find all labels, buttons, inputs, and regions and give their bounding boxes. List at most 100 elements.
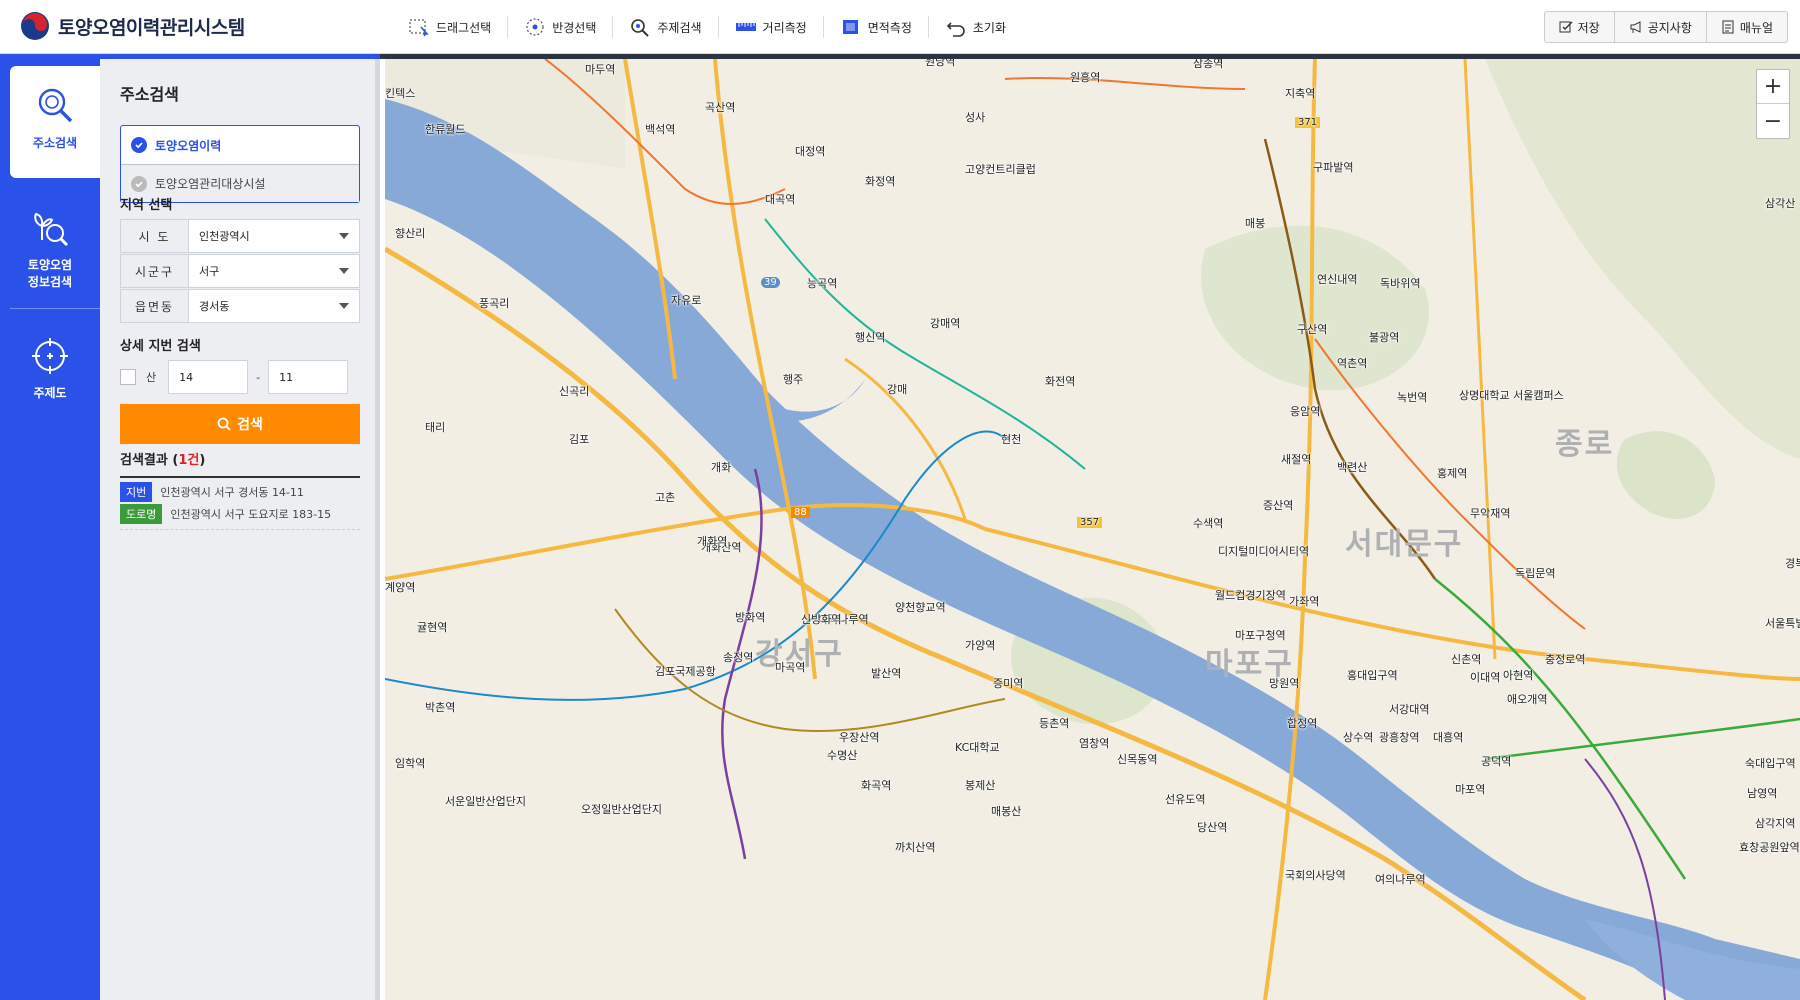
- station-label: 여의나루역: [1375, 873, 1426, 886]
- place-label: 고양컨트리클럽: [965, 163, 1036, 176]
- drag-select-button[interactable]: 드래그선택: [392, 16, 509, 38]
- place-label: 매봉: [1245, 217, 1266, 230]
- area-measure-label: 면적측정: [867, 20, 912, 35]
- place-label: 매봉산: [991, 805, 1022, 818]
- main-number-input[interactable]: 14: [168, 360, 249, 394]
- nav-soil-info-search[interactable]: 토양오염 정보검색: [0, 190, 100, 302]
- distance-measure-button[interactable]: 거리측정: [719, 16, 824, 38]
- station-label: 선유도역: [1165, 793, 1206, 806]
- region-select-label: 지역 선택: [120, 198, 173, 213]
- station-label: 독립문역: [1515, 567, 1556, 580]
- result-jibun-line: 지번 인천광역시 서구 경서동 14-11: [120, 481, 360, 503]
- station-label: 광흥창역: [1379, 731, 1420, 744]
- place-label: 행주: [783, 373, 804, 386]
- station-label: 화곡역: [861, 779, 892, 792]
- station-label: 방화역: [735, 611, 766, 624]
- station-label: 가좌역: [1289, 595, 1320, 608]
- station-label: 화정역: [865, 175, 896, 188]
- san-checkbox[interactable]: [120, 369, 136, 385]
- top-bar: 토양오염이력관리시스템 드래그선택 반경선택 주제검색 거리측정 면적측정 초기…: [0, 0, 1800, 54]
- save-button[interactable]: 저장: [1545, 12, 1615, 42]
- dong-label: 읍면동: [121, 290, 189, 322]
- check-off-icon: [131, 175, 147, 192]
- station-label: 백석역: [645, 123, 676, 136]
- station-label: 지축역: [1285, 87, 1316, 100]
- station-label: 가양역: [965, 639, 996, 652]
- utility-buttons: 저장 공지사항 매뉴얼: [1543, 11, 1788, 43]
- number-dash: -: [256, 370, 261, 384]
- search-button[interactable]: 검색: [120, 404, 360, 444]
- dropdown-arrow-icon: [339, 303, 349, 309]
- zoom-out-button[interactable]: −: [1757, 104, 1789, 138]
- theme-search-icon: [631, 19, 650, 37]
- station-label: 삼각지역: [1755, 817, 1796, 830]
- notice-button[interactable]: 공지사항: [1615, 12, 1707, 42]
- station-label: 불광역: [1369, 331, 1400, 344]
- place-label: 개화: [711, 461, 732, 474]
- place-label: 오정일반산업단지: [581, 803, 662, 816]
- station-label: 증산역: [1263, 499, 1294, 512]
- place-label: 성사: [965, 111, 986, 124]
- reset-button[interactable]: 초기화: [929, 16, 1022, 38]
- save-icon: [1559, 21, 1573, 33]
- station-label: 발산역: [871, 667, 902, 680]
- sigungu-select[interactable]: 서구: [189, 255, 359, 287]
- station-label: 곡산역: [705, 101, 736, 114]
- sub-number-input[interactable]: 11: [268, 360, 349, 394]
- place-label: 서운일반산업단지: [445, 795, 526, 808]
- station-label: 공덕역: [1481, 755, 1512, 768]
- dropdown-arrow-icon: [339, 233, 349, 239]
- reset-label: 초기화: [972, 20, 1007, 35]
- station-label: 삼송역: [1193, 59, 1224, 70]
- station-label: 행신역: [855, 331, 886, 344]
- station-label: 까치산역: [895, 841, 936, 854]
- radius-select-label: 반경선택: [552, 20, 597, 35]
- manual-label: 매뉴얼: [1739, 20, 1773, 35]
- ruler-icon: [735, 23, 756, 31]
- san-label: 산: [146, 371, 157, 384]
- station-label: 합정역: [1287, 717, 1318, 730]
- panel-title: 주소검색: [120, 85, 179, 104]
- sido-select[interactable]: 인천광역시: [189, 220, 359, 252]
- station-label: 원당역: [925, 59, 956, 68]
- app-logo[interactable]: 토양오염이력관리시스템: [20, 11, 245, 41]
- option-soil-history[interactable]: 토양오염이력: [121, 126, 359, 164]
- area-measure-button[interactable]: 면적측정: [824, 16, 929, 38]
- radius-select-button[interactable]: 반경선택: [508, 16, 614, 38]
- distance-measure-label: 거리측정: [762, 20, 807, 35]
- station-label: 개화역: [697, 535, 728, 548]
- sigungu-label: 시군구: [121, 255, 189, 287]
- highway-shield: 357: [1077, 517, 1103, 528]
- crosshair-icon: [32, 338, 68, 374]
- result-road-line: 도로명 인천광역시 서구 도요지로 183-15: [120, 503, 360, 525]
- taeguk-emblem-icon: [21, 12, 49, 40]
- station-label: 대흥역: [1433, 731, 1464, 744]
- dong-select[interactable]: 경서동: [189, 290, 359, 322]
- jibun-tag: 지번: [120, 482, 153, 502]
- nav-theme-label: 주제도: [33, 386, 67, 400]
- station-label: 계양역: [385, 581, 416, 594]
- station-label: 마곡역: [775, 661, 806, 674]
- theme-search-label: 주제검색: [657, 20, 702, 35]
- station-label: 능곡역: [807, 277, 838, 290]
- place-label: 김포국제공항: [655, 665, 716, 678]
- place-label: 향산리: [395, 227, 426, 240]
- area-icon: [842, 20, 858, 34]
- nav-theme-map[interactable]: 주제도: [0, 324, 100, 436]
- nav-address-search[interactable]: 주소검색: [10, 66, 100, 178]
- station-label: 상수역: [1343, 731, 1374, 744]
- district-label: 종로: [1555, 427, 1615, 462]
- sido-label: 시 도: [121, 220, 189, 252]
- option-managed-facility-label: 토양오염관리대상시설: [155, 177, 266, 191]
- zoom-in-button[interactable]: +: [1757, 70, 1789, 104]
- manual-button[interactable]: 매뉴얼: [1707, 12, 1787, 42]
- map-view[interactable]: 마포구 서대문구 강서구 종로 마두역 곡산역 백석역 대곡역 화정역 능곡역 …: [385, 59, 1800, 1000]
- save-label: 저장: [1577, 20, 1600, 35]
- result-item[interactable]: 지번 인천광역시 서구 경서동 14-11 도로명 인천광역시 서구 도요지로 …: [120, 481, 360, 525]
- station-label: 응암역: [1290, 405, 1321, 418]
- theme-search-button[interactable]: 주제검색: [613, 16, 719, 38]
- station-label: 신방화역: [801, 613, 842, 626]
- place-label: 킨텍스: [385, 87, 416, 100]
- document-icon: [1722, 20, 1734, 34]
- station-label: 역촌역: [1337, 357, 1368, 370]
